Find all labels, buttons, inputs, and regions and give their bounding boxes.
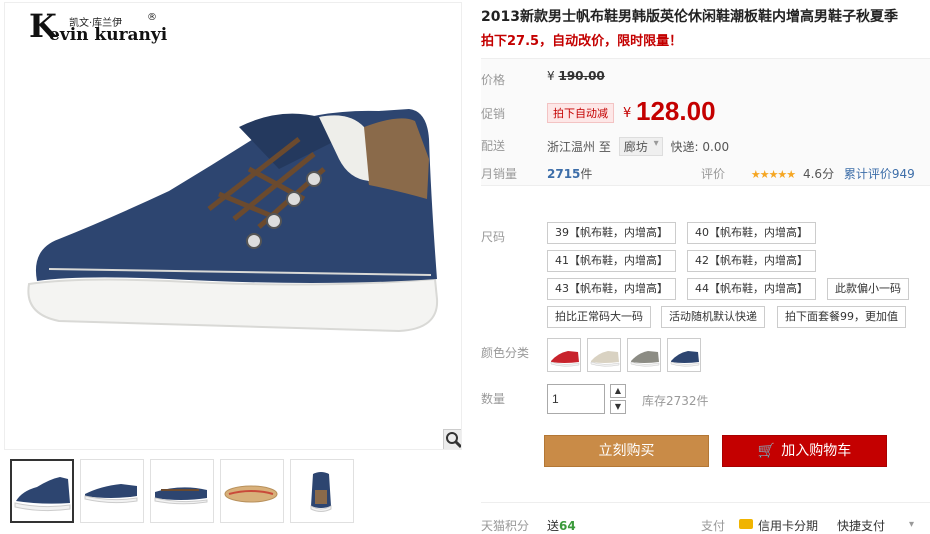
thumbnail-shoe-image [154, 487, 208, 505]
brand-logo-en: evin kuranyi [49, 25, 168, 45]
shipping-from: 浙江温州 [547, 140, 596, 154]
size-label: 尺码 [481, 230, 506, 244]
installment-link[interactable]: 信用卡分期 [758, 517, 818, 534]
size-option[interactable]: 39【帆布鞋，内增高】 [547, 222, 676, 244]
shipping-info: 浙江温州 至 廊坊 快递: 0.00 [547, 137, 729, 156]
registered-mark: ® [147, 12, 157, 23]
size-option[interactable]: 活动随机默认快递 [661, 306, 765, 328]
shipping-label: 配送 [481, 139, 506, 153]
size-option[interactable]: 此款偏小一码 [827, 278, 909, 300]
quantity-increment-button[interactable]: ▲ [610, 384, 626, 398]
rating-score: 4.6分 [802, 167, 835, 181]
price-label: 价格 [481, 73, 506, 87]
quantity-input[interactable] [547, 384, 605, 414]
product-info: 2013新款男士帆布鞋男韩版英伦休闲鞋潮板鞋内增高男鞋子秋夏季 拍下27.5，自… [481, 0, 930, 534]
monthly-sales: 2715件 [547, 165, 592, 182]
size-option[interactable]: 拍下面套餐99，更加值 [777, 306, 906, 328]
add-to-cart-label: 加入购物车 [781, 443, 852, 459]
sales-count: 2715 [547, 167, 581, 181]
thumbnail-1[interactable] [10, 459, 74, 523]
color-swatch-red[interactable] [547, 338, 581, 372]
magnifier-icon [446, 432, 461, 449]
quick-pay-link[interactable]: 快捷支付 [837, 517, 885, 534]
credit-card-icon [739, 519, 753, 529]
price-box: 价格 ¥ 190.00 促销 拍下自动减 ¥ 128.00 配送 浙江温州 至 … [481, 58, 930, 186]
points-label: 天猫积分 [481, 519, 530, 533]
buy-now-button[interactable]: 立刻购买 [544, 435, 709, 467]
main-product-image[interactable]: K 凯文·库兰伊 evin kuranyi ® [4, 2, 462, 450]
thumbnail-shoe-image [224, 485, 278, 503]
promo-tag: 拍下自动减 [547, 103, 614, 123]
size-option[interactable]: 40【帆布鞋，内增高】 [687, 222, 816, 244]
destination-city-select[interactable]: 廊坊 [618, 137, 663, 156]
brand-logo: K 凯文·库兰伊 evin kuranyi ® [29, 7, 179, 47]
thumbnail-4[interactable] [220, 459, 284, 523]
thumbnail-3[interactable] [150, 459, 214, 523]
color-swatch-shoe [670, 351, 700, 367]
sales-unit: 件 [580, 167, 593, 181]
thumbnail-5[interactable] [290, 459, 354, 523]
stock-count: 库存2732件 [642, 394, 709, 408]
quantity-decrement-button[interactable]: ▼ [610, 400, 626, 414]
rating: 评价 ★★★★★ 4.6分 累计评价949 [701, 165, 915, 182]
thumbnail-shoe-image [84, 484, 138, 504]
shipping-to-word: 至 [598, 140, 611, 154]
sale-price: 128.00 [636, 96, 716, 126]
thumbnail-strip [10, 459, 450, 523]
color-label: 颜色分类 [481, 346, 530, 360]
payment-label: 支付 [701, 519, 726, 533]
size-option[interactable]: 42【帆布鞋，内增高】 [687, 250, 816, 272]
shipping-fee: 快递: 0.00 [670, 140, 730, 154]
zoom-button[interactable] [443, 429, 461, 449]
size-option[interactable]: 43【帆布鞋，内增高】 [547, 278, 676, 300]
quantity-label: 数量 [481, 392, 506, 406]
promo-text: 拍下27.5，自动改价，限时限量！ [481, 34, 683, 49]
color-swatch-grey[interactable] [627, 338, 661, 372]
size-option[interactable]: 拍比正常码大一码 [547, 306, 651, 328]
color-swatch-shoe [550, 351, 580, 367]
sales-label: 月销量 [481, 167, 518, 181]
color-swatch-beige[interactable] [587, 338, 621, 372]
original-amount: 190.00 [558, 69, 605, 83]
product-gallery: K 凯文·库兰伊 evin kuranyi ® [0, 0, 463, 534]
product-title: 2013新款男士帆布鞋男韩版英伦休闲鞋潮板鞋内增高男鞋子秋夏季 [481, 9, 898, 25]
thumbnail-shoe-image [14, 477, 71, 512]
size-option[interactable]: 41【帆布鞋，内增高】 [547, 250, 676, 272]
points-amount: 64 [559, 519, 576, 533]
add-to-cart-button[interactable]: 🛒 加入购物车 [722, 435, 887, 467]
cart-icon: 🛒 [757, 443, 776, 459]
color-swatch-shoe [590, 351, 620, 367]
points-prefix: 送 [547, 519, 560, 533]
color-swatch-blue[interactable] [667, 338, 701, 372]
color-swatch-shoe [630, 351, 660, 367]
destination-city: 廊坊 [623, 140, 648, 154]
star-rating-icon: ★★★★★ [750, 168, 796, 181]
chevron-down-icon[interactable]: ▾ [909, 519, 914, 530]
thumbnail-2[interactable] [80, 459, 144, 523]
original-price: ¥ 190.00 [547, 69, 605, 83]
thumbnail-shoe-image [310, 472, 332, 512]
currency-symbol: ¥ [623, 106, 632, 121]
rating-label: 评价 [701, 167, 726, 181]
points-value: 送64 [547, 517, 576, 534]
footer-info: 天猫积分 送64 支付 信用卡分期 快捷支付 ▾ [481, 502, 930, 534]
original-currency: ¥ [547, 69, 555, 83]
size-option[interactable]: 44【帆布鞋，内增高】 [687, 278, 816, 300]
review-count-link[interactable]: 累计评价949 [844, 167, 915, 181]
promo-label: 促销 [481, 107, 506, 121]
shoe-image [27, 109, 439, 333]
